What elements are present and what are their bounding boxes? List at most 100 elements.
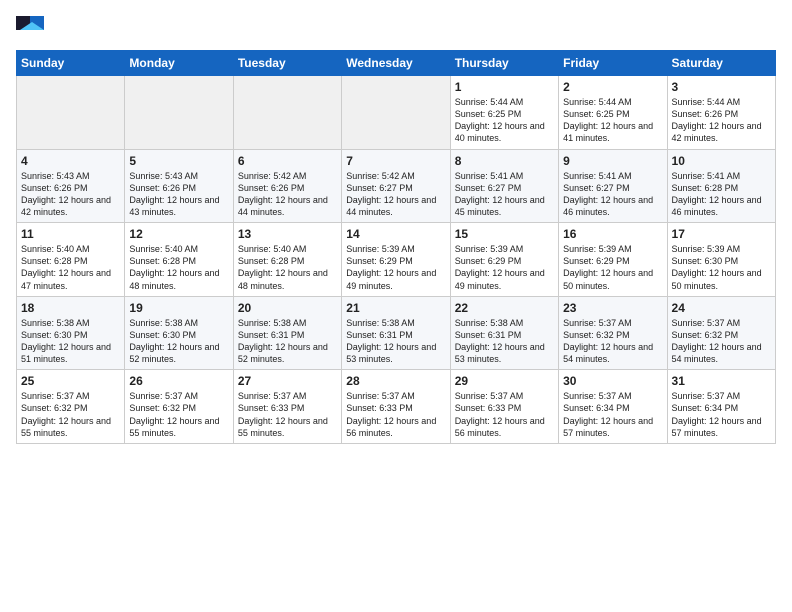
calendar-cell: 29Sunrise: 5:37 AMSunset: 6:33 PMDayligh… [450,370,558,444]
calendar-cell: 26 Sunrise: 5:37 AMSunset: 6:32 PMDayligh… [125,370,233,444]
calendar-cell: 27 Sunrise: 5:37 AMSunset: 6:33 PMDayligh… [233,370,341,444]
day-number: 4 [21,154,120,168]
day-number: 9 [563,154,662,168]
day-info: Sunrise: 5:37 AMSunset: 6:33 PMDaylight:… [238,390,337,439]
calendar-cell: 17 Sunrise: 5:39 AMSunset: 6:30 PMDayligh… [667,223,775,297]
calendar-cell: 11 Sunrise: 5:40 AMSunset: 6:28 PMDayligh… [17,223,125,297]
calendar-cell: 18 Sunrise: 5:38 AMSunset: 6:30 PMDayligh… [17,296,125,370]
weekday-header: Tuesday [233,51,341,76]
calendar-cell: 4 Sunrise: 5:43 AMSunset: 6:26 PMDaylight… [17,149,125,223]
day-info: Sunrise: 5:44 AMSunset: 6:26 PMDaylight:… [672,96,771,145]
day-info: Sunrise: 5:38 AMSunset: 6:31 PMDaylight:… [238,317,337,366]
calendar-week-row: 1 Sunrise: 5:44 AMSunset: 6:25 PMDaylight… [17,76,776,150]
page-header [16,16,776,42]
day-info: Sunrise: 5:38 AMSunset: 6:31 PMDaylight:… [346,317,445,366]
weekday-header: Saturday [667,51,775,76]
day-number: 16 [563,227,662,241]
weekday-header: Wednesday [342,51,450,76]
weekday-header: Friday [559,51,667,76]
day-number: 31 [672,374,771,388]
day-number: 25 [21,374,120,388]
weekday-header: Thursday [450,51,558,76]
day-info: Sunrise: 5:44 AMSunset: 6:25 PMDaylight:… [455,96,554,145]
calendar-cell: 19 Sunrise: 5:38 AMSunset: 6:30 PMDayligh… [125,296,233,370]
calendar-cell: 12 Sunrise: 5:40 AMSunset: 6:28 PMDayligh… [125,223,233,297]
calendar-cell: 25 Sunrise: 5:37 AMSunset: 6:32 PMDayligh… [17,370,125,444]
day-info: Sunrise: 5:42 AMSunset: 6:26 PMDaylight:… [238,170,337,219]
day-number: 3 [672,80,771,94]
day-info: Sunrise: 5:41 AMSunset: 6:27 PMDaylight:… [563,170,662,219]
weekday-header: Sunday [17,51,125,76]
day-number: 27 [238,374,337,388]
calendar-week-row: 25 Sunrise: 5:37 AMSunset: 6:32 PMDayligh… [17,370,776,444]
calendar-week-row: 18 Sunrise: 5:38 AMSunset: 6:30 PMDayligh… [17,296,776,370]
day-number: 18 [21,301,120,315]
calendar-cell: 24 Sunrise: 5:37 AMSunset: 6:32 PMDayligh… [667,296,775,370]
day-number: 2 [563,80,662,94]
calendar-cell: 14 Sunrise: 5:39 AMSunset: 6:29 PMDayligh… [342,223,450,297]
day-number: 11 [21,227,120,241]
day-info: Sunrise: 5:41 AMSunset: 6:28 PMDaylight:… [672,170,771,219]
day-info: Sunrise: 5:40 AMSunset: 6:28 PMDaylight:… [238,243,337,292]
calendar-cell [125,76,233,150]
day-info: Sunrise: 5:37 AMSunset: 6:32 PMDaylight:… [672,317,771,366]
day-info: Sunrise: 5:38 AMSunset: 6:30 PMDaylight:… [129,317,228,366]
day-number: 15 [455,227,554,241]
calendar-cell: 31Sunrise: 5:37 AMSunset: 6:34 PMDayligh… [667,370,775,444]
day-info: Sunrise: 5:38 AMSunset: 6:30 PMDaylight:… [21,317,120,366]
day-number: 8 [455,154,554,168]
calendar-cell: 6 Sunrise: 5:42 AMSunset: 6:26 PMDaylight… [233,149,341,223]
day-number: 6 [238,154,337,168]
day-number: 7 [346,154,445,168]
day-number: 30 [563,374,662,388]
day-number: 26 [129,374,228,388]
day-number: 12 [129,227,228,241]
logo-icon [16,16,48,42]
calendar: SundayMondayTuesdayWednesdayThursdayFrid… [16,50,776,444]
calendar-cell: 23 Sunrise: 5:37 AMSunset: 6:32 PMDayligh… [559,296,667,370]
day-number: 13 [238,227,337,241]
day-number: 1 [455,80,554,94]
day-info: Sunrise: 5:39 AMSunset: 6:29 PMDaylight:… [563,243,662,292]
day-info: Sunrise: 5:37 AMSunset: 6:32 PMDaylight:… [129,390,228,439]
day-number: 17 [672,227,771,241]
calendar-cell: 7Sunrise: 5:42 AMSunset: 6:27 PMDaylight… [342,149,450,223]
day-info: Sunrise: 5:37 AMSunset: 6:33 PMDaylight:… [346,390,445,439]
calendar-cell: 20 Sunrise: 5:38 AMSunset: 6:31 PMDayligh… [233,296,341,370]
day-number: 21 [346,301,445,315]
calendar-cell: 10Sunrise: 5:41 AMSunset: 6:28 PMDayligh… [667,149,775,223]
day-info: Sunrise: 5:39 AMSunset: 6:30 PMDaylight:… [672,243,771,292]
day-number: 22 [455,301,554,315]
calendar-cell: 30 Sunrise: 5:37 AMSunset: 6:34 PMDayligh… [559,370,667,444]
calendar-cell: 15Sunrise: 5:39 AMSunset: 6:29 PMDayligh… [450,223,558,297]
day-info: Sunrise: 5:37 AMSunset: 6:32 PMDaylight:… [563,317,662,366]
calendar-cell: 28Sunrise: 5:37 AMSunset: 6:33 PMDayligh… [342,370,450,444]
day-info: Sunrise: 5:38 AMSunset: 6:31 PMDaylight:… [455,317,554,366]
calendar-cell: 21 Sunrise: 5:38 AMSunset: 6:31 PMDayligh… [342,296,450,370]
day-info: Sunrise: 5:41 AMSunset: 6:27 PMDaylight:… [455,170,554,219]
calendar-cell: 5Sunrise: 5:43 AMSunset: 6:26 PMDaylight… [125,149,233,223]
day-info: Sunrise: 5:37 AMSunset: 6:34 PMDaylight:… [563,390,662,439]
day-info: Sunrise: 5:43 AMSunset: 6:26 PMDaylight:… [21,170,120,219]
day-number: 24 [672,301,771,315]
day-info: Sunrise: 5:39 AMSunset: 6:29 PMDaylight:… [346,243,445,292]
day-number: 20 [238,301,337,315]
day-info: Sunrise: 5:37 AMSunset: 6:32 PMDaylight:… [21,390,120,439]
calendar-cell: 13 Sunrise: 5:40 AMSunset: 6:28 PMDayligh… [233,223,341,297]
calendar-cell: 1 Sunrise: 5:44 AMSunset: 6:25 PMDaylight… [450,76,558,150]
calendar-cell [17,76,125,150]
calendar-cell: 3 Sunrise: 5:44 AMSunset: 6:26 PMDaylight… [667,76,775,150]
day-info: Sunrise: 5:43 AMSunset: 6:26 PMDaylight:… [129,170,228,219]
day-number: 23 [563,301,662,315]
day-info: Sunrise: 5:40 AMSunset: 6:28 PMDaylight:… [129,243,228,292]
day-info: Sunrise: 5:40 AMSunset: 6:28 PMDaylight:… [21,243,120,292]
calendar-cell: 8 Sunrise: 5:41 AMSunset: 6:27 PMDaylight… [450,149,558,223]
weekday-header-row: SundayMondayTuesdayWednesdayThursdayFrid… [17,51,776,76]
day-number: 19 [129,301,228,315]
calendar-cell: 2 Sunrise: 5:44 AMSunset: 6:25 PMDaylight… [559,76,667,150]
day-info: Sunrise: 5:37 AMSunset: 6:33 PMDaylight:… [455,390,554,439]
day-info: Sunrise: 5:44 AMSunset: 6:25 PMDaylight:… [563,96,662,145]
weekday-header: Monday [125,51,233,76]
calendar-cell: 16 Sunrise: 5:39 AMSunset: 6:29 PMDayligh… [559,223,667,297]
day-number: 14 [346,227,445,241]
